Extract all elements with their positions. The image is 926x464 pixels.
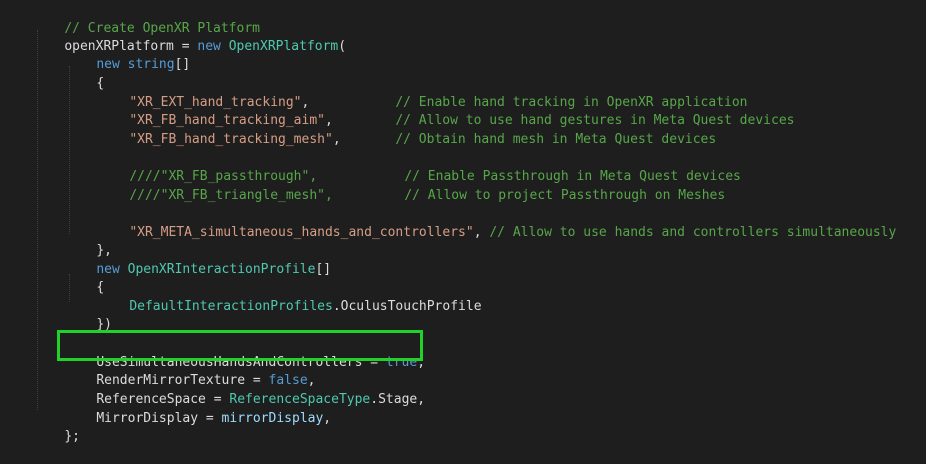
string-literal: "XR_FB_hand_tracking_mesh" [129, 132, 333, 147]
code-line-15: }) [65, 298, 112, 332]
code-line-5: "XR_EXT_hand_tracking", [98, 76, 309, 110]
code-comment: ////"XR_FB_triangle_mesh", [129, 188, 333, 203]
highlight-box [57, 330, 423, 361]
code-comment: // Obtain hand mesh in Meta Quest device… [395, 132, 717, 147]
punctuation: , [323, 411, 332, 426]
code-comment: // Allow to project Passthrough on Meshe… [404, 188, 726, 203]
property-name: OculusTouchProfile [340, 299, 482, 314]
code-comment-9: // Allow to project Passthrough on Meshe… [373, 169, 725, 203]
code-line-7: "XR_FB_hand_tracking_mesh", [98, 113, 340, 147]
code-line-14: DefaultInteractionProfiles.OculusTouchPr… [98, 280, 481, 314]
code-line-1: // Create OpenXR Platform [33, 2, 260, 36]
code-comment-8: // Enable Passthrough in Meta Quest devi… [373, 150, 741, 184]
property-name: Stage [378, 392, 418, 407]
code-line-9: ////"XR_FB_triangle_mesh", [98, 169, 333, 203]
type-name: OpenXRPlatform [228, 39, 339, 54]
property-name: MirrorDisplay [96, 411, 199, 426]
string-literal: "XR_META_simultaneous_hands_and_controll… [129, 225, 474, 240]
code-line-11: }, [65, 224, 112, 258]
code-comment-7: // Obtain hand mesh in Meta Quest device… [364, 113, 716, 147]
type-name: DefaultInteractionProfiles [129, 299, 333, 314]
code-line-3: new string[] [65, 38, 190, 72]
keyword: new [197, 39, 221, 54]
punctuation: , [417, 392, 426, 407]
punctuation: . [332, 299, 341, 314]
code-comment-6: // Allow to use hand gestures in Meta Qu… [364, 94, 794, 128]
code-line-20: MirrorDisplay = mirrorDisplay, [65, 392, 331, 426]
code-line-2: openXRPlatform = new OpenXRPlatform( [33, 20, 346, 54]
code-comment: // Allow to use hands and controllers si… [489, 225, 897, 240]
code-editor[interactable]: // Create OpenXR Platform openXRPlatform… [0, 0, 926, 444]
code-line-10: "XR_META_simultaneous_hands_and_controll… [98, 206, 896, 240]
code-line-12: new OpenXRInteractionProfile[] [65, 243, 331, 277]
code-line-4: { [65, 57, 104, 91]
punctuation: [] [174, 57, 191, 72]
code-comment-5: // Enable hand tracking in OpenXR applic… [364, 76, 747, 110]
punctuation: . [370, 392, 379, 407]
type-name: OpenXRInteractionProfile [127, 262, 316, 277]
punctuation: ( [338, 39, 347, 54]
punctuation: }; [64, 429, 80, 444]
keyword: string [127, 57, 175, 72]
operator: = [198, 411, 222, 426]
punctuation: , [332, 132, 341, 147]
punctuation: , [473, 225, 490, 240]
code-line-19: ReferenceSpace = ReferenceSpaceType.Stag… [65, 373, 425, 407]
code-line-13: { [65, 261, 104, 295]
punctuation: [] [315, 262, 332, 277]
code-line-8: ////"XR_FB_passthrough", [98, 150, 317, 184]
code-line-21: }; [33, 410, 80, 444]
code-line-6: "XR_FB_hand_tracking_aim", [98, 94, 333, 128]
variable-name: mirrorDisplay [221, 411, 324, 426]
